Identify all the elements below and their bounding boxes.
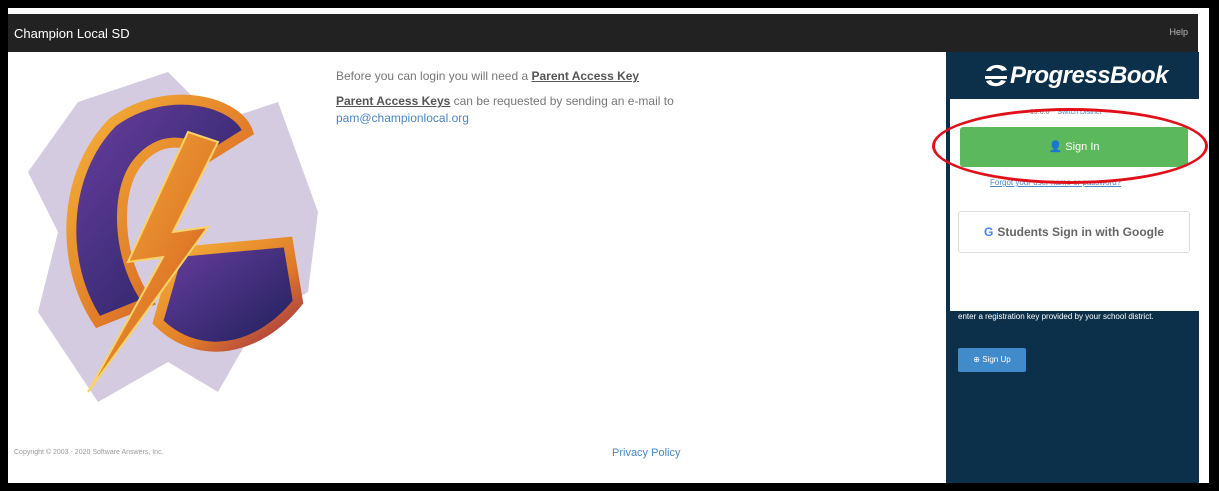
district-title: Champion Local SD [14,26,130,41]
progressbook-logo-icon [985,64,1007,87]
access-key-info: Before you can login you will need a Par… [336,68,674,127]
google-icon: G [983,225,994,239]
privacy-policy-link[interactable]: Privacy Policy [612,447,680,459]
sign-up-description: New to ProgressBook? You will need to cr… [958,300,1180,321]
parent-access-keys-label: Parent Access Keys [336,94,451,108]
progressbook-header: ProgressBook [946,52,1199,99]
copyright-text: Copyright © 2003 - 2020 Software Answers… [14,449,164,456]
google-sign-in-button[interactable]: G Students Sign in with Google [958,211,1190,253]
info-line2-text: can be requested by sending an e-mail to [450,94,674,108]
parent-access-key-label: Parent Access Key [531,69,640,83]
google-sign-in-label: Students Sign in with Google [997,225,1164,239]
school-logo [28,72,318,402]
sign-up-label: Sign Up [982,355,1011,364]
help-link[interactable]: Help [1169,27,1188,37]
sign-up-heading: Sign Up [958,278,1008,293]
sign-up-button[interactable]: ⊕ Sign Up [958,348,1026,372]
brand-name: ProgressBook [1010,62,1169,89]
plus-circle-icon: ⊕ [973,355,980,364]
info-line1-text: Before you can login you will need a [336,69,532,83]
email-link[interactable]: pam@championlocal.org [336,111,469,125]
red-highlight-oval [932,108,1208,184]
top-navbar: Champion Local SD Help [8,14,1198,52]
